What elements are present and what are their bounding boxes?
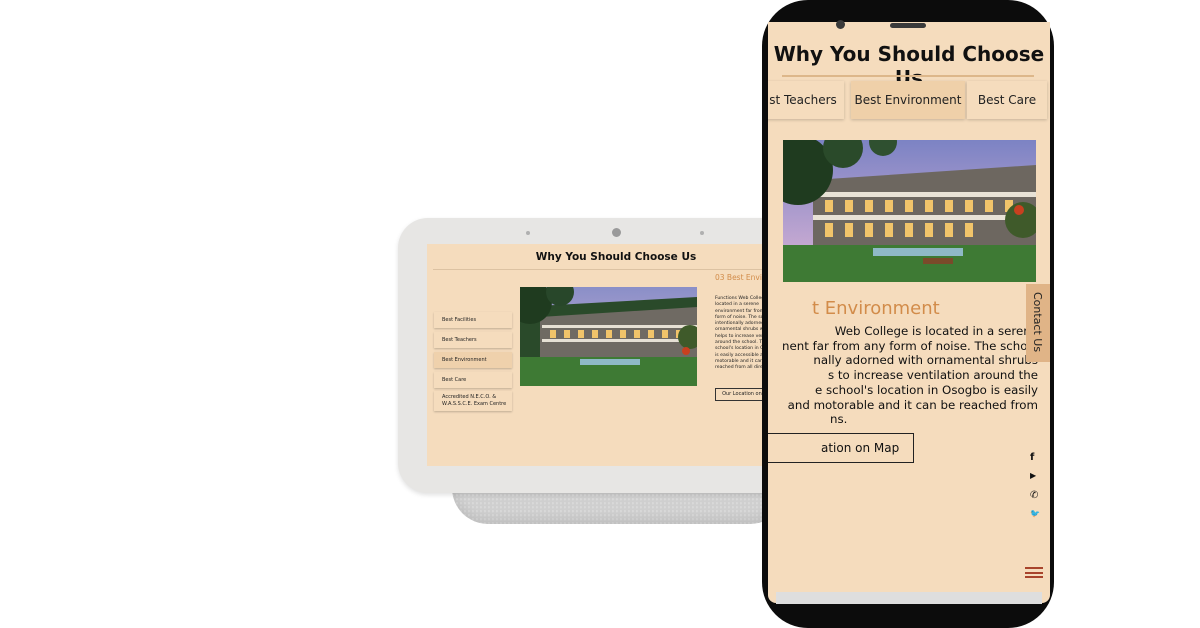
phone-bottom-bar [776,592,1042,604]
tab-best-teachers[interactable]: Best Teachers [434,332,512,348]
facebook-icon[interactable]: f [1030,452,1034,463]
title-divider [782,75,1034,77]
youtube-icon[interactable]: ▶ [1030,471,1036,480]
tab-accredited-exam-centre[interactable]: Accredited N.E.C.O. & W.A.S.S.C.E. Exam … [434,391,512,411]
tab-best-care[interactable]: Best Care [967,81,1047,119]
twitter-icon[interactable]: 🐦 [1030,509,1040,518]
hub-camera-icon [612,228,621,237]
section-title: Why You Should Choose Us [535,251,697,263]
phone-screen: Why You Should Choose Us st Teachers Bes… [768,22,1050,603]
hub-mic-icon [526,231,530,235]
section-heading: t Environment [812,298,940,319]
school-building-photo [783,140,1036,282]
tab-best-care[interactable]: Best Care [434,372,512,388]
title-divider [433,269,799,270]
phone-camera-icon [836,20,845,29]
school-building-photo [520,287,697,386]
section-body: Web College is located in a serene nent … [782,324,1038,427]
contact-us-tab[interactable]: Contact Us [1026,284,1050,362]
tab-best-environment[interactable]: Best Environment [434,352,512,368]
hub-screen: Why You Should Choose Us Best Facilities… [427,244,805,466]
tab-best-facilities[interactable]: Best Facilities [434,312,512,328]
whatsapp-icon[interactable]: ✆ [1030,490,1038,501]
menu-icon[interactable] [1025,567,1043,581]
tab-best-environment[interactable]: Best Environment [851,81,965,119]
phone-speaker-icon [890,23,926,28]
hub-mic-icon [700,231,704,235]
location-map-button[interactable]: ation on Map [768,433,914,463]
tab-best-teachers[interactable]: st Teachers [768,81,844,119]
